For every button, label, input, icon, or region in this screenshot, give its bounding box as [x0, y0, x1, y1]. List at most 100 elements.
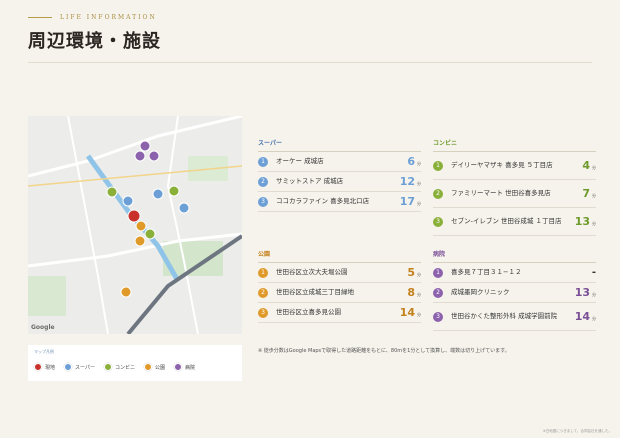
- header-divider: [28, 62, 592, 63]
- category-title: 病院: [433, 249, 596, 263]
- facility-row[interactable]: 2 世田谷区立成城三丁目緑地 8分: [258, 283, 421, 303]
- walk-time: 17 分: [397, 196, 421, 207]
- page-title: 周辺環境・施設: [28, 31, 161, 52]
- walk-minutes: 14: [399, 306, 415, 319]
- category-conbini: コンビニ 1 デイリーヤマザキ 喜多見 ５丁目店 4分 2 ファミリーマート 世…: [433, 138, 596, 236]
- facility-name: 世田谷区立次大夫堀公園: [276, 268, 348, 277]
- legend-title: マップ凡例: [34, 349, 54, 354]
- minutes-unit: 分: [417, 161, 421, 166]
- marker-park[interactable]: [120, 286, 132, 298]
- facility-row[interactable]: 3 セブン-イレブン 世田谷成城 １丁目店 13 分: [433, 208, 596, 236]
- facility-row[interactable]: 1 デイリーヤマザキ 喜多見 ５丁目店 4分: [433, 152, 596, 180]
- category-hospital: 病院 1 喜多見７丁目３１−１２ - 2 成城墨岡クリニック 13 分 3 世田谷…: [433, 249, 596, 331]
- minutes-unit: 分: [417, 312, 421, 317]
- minutes-unit: 分: [592, 292, 596, 297]
- number-badge: 3: [433, 216, 443, 227]
- facility-row[interactable]: 1 オーケー 成城店 6分: [258, 152, 421, 172]
- walk-time: -: [572, 267, 596, 278]
- number-badge: 2: [433, 188, 443, 199]
- facility-row[interactable]: 3 ココカラファイン 喜多見北口店 17 分: [258, 192, 421, 212]
- number-badge: 1: [433, 160, 443, 171]
- walk-time: 8分: [397, 287, 421, 298]
- category-supermarket: スーパー 1 オーケー 成城店 6分 2 サミットストア 成城店 12 分 3 コ…: [258, 138, 421, 212]
- category-title: コンビニ: [433, 138, 596, 152]
- legend-label: 病院: [185, 364, 196, 371]
- facility-name: ファミリーマート 世田谷喜多見店: [451, 189, 551, 198]
- facility-row[interactable]: 2 成城墨岡クリニック 13 分: [433, 283, 596, 303]
- facility-row[interactable]: 3 世田谷区立喜多見公園 14 分: [258, 303, 421, 323]
- category-title: 公園: [258, 249, 421, 263]
- footer-note: ※白地図につきまして、合同会社を通した。: [542, 429, 612, 433]
- walk-minutes: 4: [582, 159, 590, 172]
- google-logo: Google: [31, 324, 55, 331]
- marker-site[interactable]: [127, 209, 141, 223]
- park-marker-icon: [143, 363, 152, 371]
- marker-supermarket[interactable]: [178, 202, 190, 214]
- facility-row[interactable]: 2 サミットストア 成城店 12 分: [258, 172, 421, 192]
- facility-name: 世田谷かくた整形外科 成城学園前院: [451, 312, 558, 321]
- number-badge: 1: [258, 267, 268, 278]
- facility-row[interactable]: 2 ファミリーマート 世田谷喜多見店 7分: [433, 180, 596, 208]
- walk-minutes: 17: [399, 195, 415, 208]
- eyebrow-rule: [28, 17, 52, 18]
- walk-minutes: 6: [407, 155, 415, 168]
- facility-row[interactable]: 1 世田谷区立次大夫堀公園 5分: [258, 263, 421, 283]
- minutes-unit: 分: [417, 181, 421, 186]
- minutes-unit: 分: [417, 272, 421, 277]
- walk-minutes: -: [591, 267, 596, 278]
- number-badge: 3: [258, 307, 268, 318]
- facility-name: 成城墨岡クリニック: [451, 288, 510, 297]
- facility-name: 世田谷区立喜多見公園: [276, 308, 341, 317]
- walk-minutes: 13: [574, 215, 590, 228]
- facility-name: サミットストア 成城店: [276, 177, 344, 186]
- walk-time: 7分: [572, 188, 596, 199]
- walk-time: 12 分: [397, 176, 421, 187]
- walk-time: 13 分: [572, 216, 596, 227]
- facility-name: 喜多見７丁目３１−１２: [451, 268, 522, 277]
- marker-hospital[interactable]: [134, 150, 146, 162]
- conbini-marker-icon: [103, 363, 112, 371]
- facility-row[interactable]: 3 世田谷かくた整形外科 成城学園前院 14 分: [433, 303, 596, 331]
- number-badge: 1: [433, 267, 443, 278]
- number-badge: 2: [258, 287, 268, 298]
- facility-row[interactable]: 1 喜多見７丁目３１−１２ -: [433, 263, 596, 283]
- eyebrow-text: LIFE INFORMATION: [60, 14, 157, 21]
- marker-supermarket[interactable]: [152, 188, 164, 200]
- legend-label: 現地: [45, 364, 56, 371]
- category-title: スーパー: [258, 138, 421, 152]
- number-badge: 2: [433, 287, 443, 298]
- walk-time: 6分: [397, 156, 421, 167]
- walk-time: 13 分: [572, 287, 596, 298]
- minutes-unit: 分: [592, 221, 596, 226]
- legend-item-park: 公園: [143, 363, 165, 371]
- marker-conbini[interactable]: [144, 228, 156, 240]
- minutes-unit: 分: [592, 316, 596, 321]
- walk-time: 14 分: [572, 311, 596, 322]
- marker-conbini[interactable]: [168, 185, 180, 197]
- minutes-unit: 分: [417, 292, 421, 297]
- marker-supermarket[interactable]: [122, 195, 134, 207]
- walk-minutes: 12: [399, 175, 415, 188]
- eyebrow: LIFE INFORMATION: [28, 14, 161, 21]
- marker-hospital[interactable]: [139, 140, 151, 152]
- facility-name: ココカラファイン 喜多見北口店: [276, 197, 370, 206]
- site-marker-icon: [34, 363, 42, 371]
- legend-item-supermarket: スーパー: [64, 363, 95, 371]
- facility-name: オーケー 成城店: [276, 157, 324, 166]
- map-green-area: [28, 276, 66, 316]
- legend-item-site: 現地: [34, 363, 55, 371]
- page-header: LIFE INFORMATION 周辺環境・施設: [28, 14, 161, 53]
- minutes-unit: 分: [592, 165, 596, 170]
- marker-conbini[interactable]: [106, 186, 118, 198]
- walk-minutes: 13: [574, 286, 590, 299]
- walk-time: 4分: [572, 160, 596, 171]
- area-map[interactable]: Google: [28, 116, 242, 334]
- marker-park[interactable]: [134, 235, 146, 247]
- facility-name: セブン-イレブン 世田谷成城 １丁目店: [451, 217, 562, 226]
- map-legend: マップ凡例 現地 スーパー コンビニ 公園 病院: [28, 345, 242, 381]
- marker-park[interactable]: [135, 220, 147, 232]
- category-park: 公園 1 世田谷区立次大夫堀公園 5分 2 世田谷区立成城三丁目緑地 8分 3 …: [258, 249, 421, 323]
- walk-time: 5分: [397, 267, 421, 278]
- marker-hospital[interactable]: [148, 150, 160, 162]
- walk-minutes: 5: [407, 266, 415, 279]
